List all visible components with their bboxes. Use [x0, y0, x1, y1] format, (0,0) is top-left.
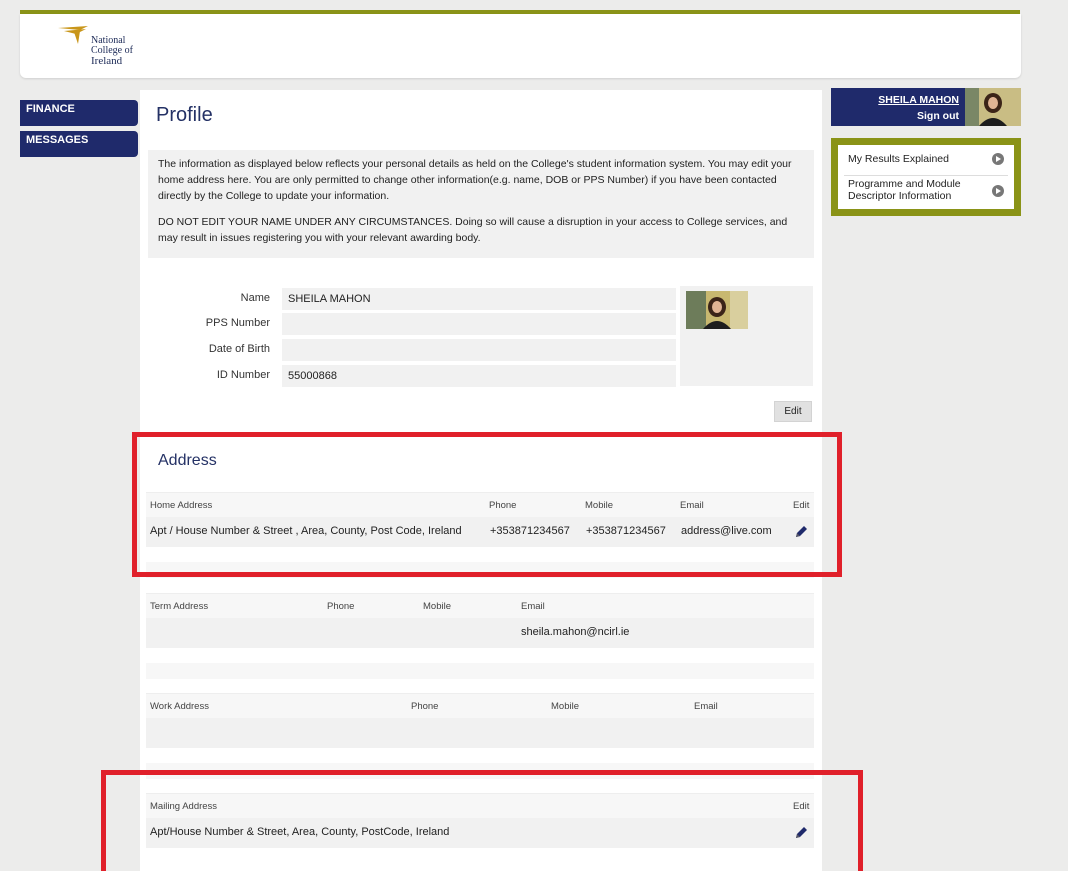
page-title: Profile: [156, 104, 213, 126]
info-notice: The information as displayed below refle…: [148, 150, 814, 258]
col-email: Email: [694, 701, 718, 712]
section-separator: [146, 663, 814, 679]
quick-links-panel: My Results Explained Programme and Modul…: [831, 138, 1021, 216]
arrow-right-icon: [992, 153, 1004, 165]
col-mobile: Mobile: [551, 701, 579, 712]
link-my-results-explained[interactable]: My Results Explained: [838, 153, 1014, 167]
user-name[interactable]: SHEILA MAHON: [878, 94, 959, 106]
field-value: [282, 339, 676, 361]
term-address-row: sheila.mahon@ncirl.ie: [146, 618, 814, 648]
field-label: Name: [240, 292, 270, 304]
col-email: Email: [521, 601, 545, 612]
info-paragraph-1: The information as displayed below refle…: [158, 158, 792, 202]
field-value: [282, 313, 676, 335]
highlight-frame-mailing-address: [101, 770, 863, 871]
col-phone: Phone: [327, 601, 355, 612]
field-label: ID Number: [216, 369, 270, 381]
col-phone: Phone: [411, 701, 439, 712]
field-label: Date of Birth: [208, 343, 270, 355]
link-label: Programme and Module Descriptor Informat…: [848, 178, 961, 202]
work-address-header: Work Address Phone Mobile Email: [146, 693, 814, 718]
link-divider: [844, 175, 1008, 176]
profile-photo-frame: [680, 286, 813, 386]
logo-text: National College of Ireland: [91, 36, 133, 67]
col-mobile: Mobile: [423, 601, 451, 612]
logo-mark-icon: [58, 26, 88, 44]
term-address-header: Term Address Phone Mobile Email: [146, 593, 814, 618]
arrow-right-icon: [992, 185, 1004, 197]
profile-photo: [686, 291, 748, 329]
nav-messages[interactable]: MESSAGES: [20, 131, 138, 157]
link-label: My Results Explained: [848, 153, 949, 165]
field-label: PPS Number: [205, 317, 270, 329]
user-box: SHEILA MAHON Sign out: [831, 88, 1021, 126]
col-term-address: Term Address: [150, 601, 209, 612]
work-address-row: [146, 718, 814, 748]
user-avatar: [965, 88, 1021, 126]
logo-line-3: Ireland: [91, 55, 123, 67]
site-header: National College of Ireland: [20, 14, 1021, 78]
sign-out-link[interactable]: Sign out: [917, 110, 959, 122]
profile-edit-button[interactable]: Edit: [774, 401, 812, 422]
quick-links-list: My Results Explained Programme and Modul…: [838, 145, 1014, 209]
field-value: SHEILA MAHON: [282, 288, 676, 310]
term-email-value: sheila.mahon@ncirl.ie: [521, 626, 630, 638]
highlight-frame-home-address: [132, 432, 842, 577]
nav-finance[interactable]: FINANCE: [20, 100, 138, 126]
field-value: 55000868: [282, 365, 676, 387]
col-work-address: Work Address: [150, 701, 209, 712]
college-logo[interactable]: National College of Ireland: [58, 24, 148, 74]
info-paragraph-2: DO NOT EDIT YOUR NAME UNDER ANY CIRCUMST…: [158, 216, 788, 244]
link-programme-module-descriptor[interactable]: Programme and Module Descriptor Informat…: [838, 178, 1014, 206]
